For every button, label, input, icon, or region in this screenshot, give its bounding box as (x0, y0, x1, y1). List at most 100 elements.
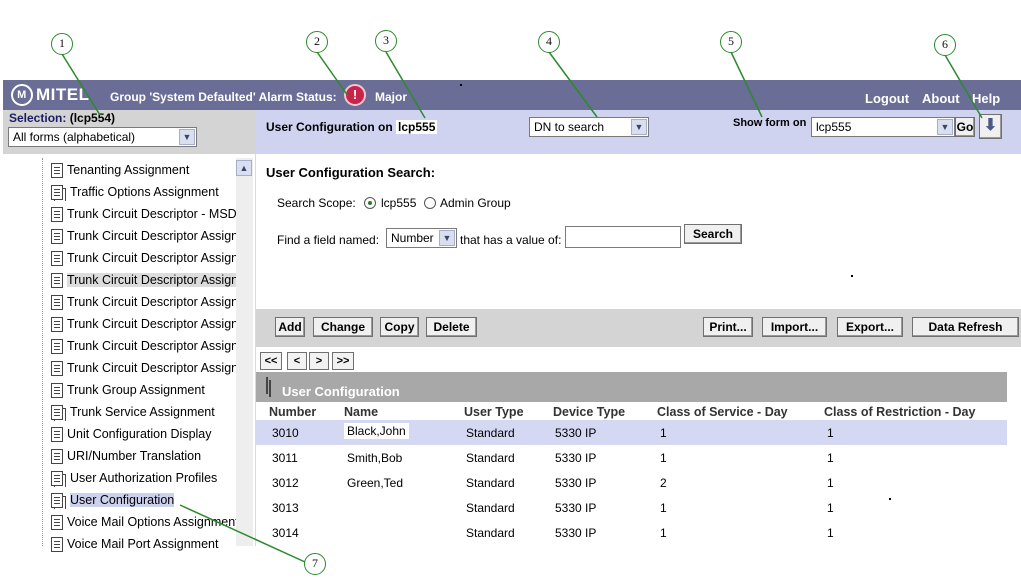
tree-item[interactable]: Trunk Circuit Descriptor Assignment (51, 271, 236, 289)
stray-dot (460, 84, 462, 86)
alarm-level: Major (375, 90, 408, 104)
first-page-button[interactable]: << (260, 352, 282, 370)
mitel-logo-icon: M (11, 84, 33, 106)
document-stack-icon (266, 377, 268, 394)
field-name-select-value: Number (391, 231, 434, 245)
value-label: that has a value of: (460, 233, 562, 247)
document-stack-icon (51, 470, 63, 486)
document-icon (51, 228, 63, 244)
scroll-up-icon[interactable]: ▲ (236, 160, 252, 176)
callout-2: 2 (306, 31, 328, 53)
cell-device-type: 5330 IP (555, 451, 597, 465)
column-header-name[interactable]: Name (344, 405, 378, 419)
document-stack-icon (51, 184, 63, 200)
scope-radio-system[interactable] (364, 197, 376, 209)
go-button[interactable]: Go (955, 117, 975, 137)
callout-4: 4 (538, 31, 560, 53)
chevron-down-icon[interactable]: ▼ (179, 129, 195, 145)
stray-dot (889, 498, 891, 500)
callout-7: 7 (304, 553, 326, 575)
tree-item[interactable]: Trunk Circuit Descriptor Assignment (51, 293, 236, 311)
selection-label: Selection: (lcp554) (9, 111, 115, 125)
dn-search-select[interactable]: DN to search ▼ (529, 117, 649, 137)
tree-item[interactable]: Trunk Circuit Descriptor Assignment (51, 227, 236, 245)
column-header-number[interactable]: Number (269, 405, 316, 419)
tree-item[interactable]: Traffic Options Assignment (51, 183, 236, 201)
delete-button[interactable]: Delete (426, 317, 477, 337)
forms-select-value: All forms (alphabetical) (13, 130, 136, 144)
cell-number: 3010 (272, 426, 299, 440)
cell-class-of-restriction: 1 (827, 451, 834, 465)
cell-class-of-restriction: 1 (827, 501, 834, 515)
tree-scrollbar[interactable] (236, 158, 253, 546)
down-arrow-icon[interactable]: ⬇ (979, 114, 1002, 139)
table-row[interactable]: 3012 Green,Ted Standard 5330 IP 2 1 (256, 470, 1007, 495)
tree-item[interactable]: Trunk Circuit Descriptor Assignment (51, 337, 236, 355)
scope-radio-admin-group[interactable] (424, 197, 436, 209)
cell-device-type: 5330 IP (555, 476, 597, 490)
tree-item[interactable]: Trunk Group Assignment (51, 381, 236, 399)
import-button[interactable]: Import... (762, 317, 827, 337)
cell-user-type: Standard (466, 476, 515, 490)
tree-item[interactable]: Trunk Service Assignment (51, 403, 236, 421)
table-row[interactable]: 3013 Standard 5330 IP 1 1 (256, 495, 1007, 520)
chevron-down-icon[interactable]: ▼ (937, 119, 953, 135)
column-header-device-type[interactable]: Device Type (553, 405, 625, 419)
document-icon (51, 360, 63, 376)
column-header-user-type[interactable]: User Type (464, 405, 524, 419)
exclamation-icon[interactable]: ! (344, 84, 366, 106)
tree-item[interactable]: Voice Mail Port Assignment (51, 535, 236, 553)
tree-item[interactable]: Trunk Circuit Descriptor Assignment (51, 315, 236, 333)
search-button[interactable]: Search (684, 224, 742, 244)
tree-item[interactable]: Voice Mail Options Assignment (51, 513, 236, 531)
scope-option-admin-group: Admin Group (440, 196, 511, 210)
tree-item[interactable]: Tenanting Assignment (51, 161, 236, 179)
tree-item-label: Unit Configuration Display (67, 427, 212, 441)
cell-name: Green,Ted (347, 476, 404, 490)
find-field-label: Find a field named: (277, 233, 380, 247)
document-icon (51, 250, 63, 266)
table-row[interactable]: 3010 Black,John Standard 5330 IP 1 1 (256, 420, 1007, 445)
copy-button[interactable]: Copy (380, 317, 419, 337)
chevron-down-icon[interactable]: ▼ (439, 230, 455, 246)
add-button[interactable]: Add (275, 317, 305, 337)
tree-item[interactable]: Trunk Circuit Descriptor Assignment (51, 359, 236, 377)
last-page-button[interactable]: >> (332, 352, 354, 370)
field-name-select[interactable]: Number ▼ (386, 228, 457, 248)
next-page-button[interactable]: > (309, 352, 329, 370)
column-header-class-of-service[interactable]: Class of Service - Day (657, 405, 788, 419)
search-value-input[interactable] (565, 226, 681, 248)
about-link[interactable]: About (922, 91, 960, 106)
chevron-down-icon[interactable]: ▼ (631, 119, 647, 135)
tree-item-label: Trunk Circuit Descriptor Assignment (67, 229, 236, 243)
tree-item[interactable]: User Authorization Profiles (51, 469, 236, 487)
cell-class-of-restriction: 1 (827, 476, 834, 490)
column-header-class-of-restriction[interactable]: Class of Restriction - Day (824, 405, 975, 419)
forms-select[interactable]: All forms (alphabetical) ▼ (8, 127, 197, 147)
tree-item[interactable]: Trunk Circuit Descriptor - MSDN (51, 205, 236, 223)
form-title-text: User Configuration on (266, 120, 393, 134)
document-icon (51, 162, 63, 178)
form-title: User Configuration on lcp555 (266, 120, 438, 134)
cell-user-type: Standard (466, 451, 515, 465)
document-icon (51, 338, 63, 354)
document-icon (51, 382, 63, 398)
tree-item-label: User Authorization Profiles (70, 471, 218, 485)
tree-item[interactable]: User Configuration (51, 491, 236, 509)
tree-item[interactable]: URI/Number Translation (51, 447, 236, 465)
change-button[interactable]: Change (313, 317, 373, 337)
export-button[interactable]: Export... (837, 317, 903, 337)
tree-item[interactable]: Unit Configuration Display (51, 425, 236, 443)
data-refresh-button[interactable]: Data Refresh (912, 317, 1019, 337)
show-form-select[interactable]: lcp555 ▼ (811, 117, 955, 137)
dn-search-select-value: DN to search (534, 120, 605, 134)
cell-class-of-service: 1 (660, 526, 667, 540)
print-button[interactable]: Print... (703, 317, 753, 337)
prev-page-button[interactable]: < (287, 352, 307, 370)
logout-link[interactable]: Logout (865, 91, 909, 106)
tree-item[interactable]: Trunk Circuit Descriptor Assignment (51, 249, 236, 267)
help-link[interactable]: Help (972, 91, 1000, 106)
table-row[interactable]: 3011 Smith,Bob Standard 5330 IP 1 1 (256, 445, 1007, 470)
document-stack-icon (51, 404, 63, 420)
table-row[interactable]: 3014 Standard 5330 IP 1 1 (256, 520, 1007, 545)
